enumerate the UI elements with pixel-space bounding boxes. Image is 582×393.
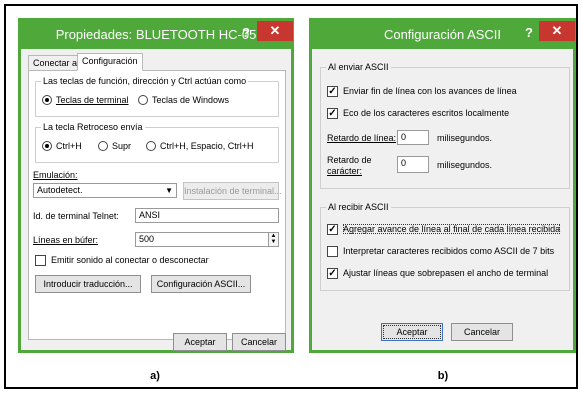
- close-button[interactable]: ✕: [257, 21, 293, 41]
- receiving-group: Al recibir ASCII ✓ Agregar avance de lín…: [320, 201, 570, 291]
- windows-keys-label[interactable]: Teclas de Windows: [152, 94, 229, 106]
- input-translation-button[interactable]: Introducir traducción...: [35, 275, 141, 293]
- tab-connect-to[interactable]: Conectar a: [28, 55, 83, 71]
- send-line-ends-checkbox[interactable]: ✓: [327, 86, 338, 97]
- buffer-lines-label: Líneas en búfer:: [33, 235, 99, 245]
- terminal-keys-radio[interactable]: [42, 95, 52, 105]
- function-keys-group-label: Las teclas de función, dirección y Ctrl …: [41, 75, 249, 87]
- echo-label[interactable]: Eco de los caracteres escritos localment…: [343, 107, 509, 119]
- ctrl-h-space-radio[interactable]: [146, 141, 156, 151]
- close-button[interactable]: ✕: [539, 21, 575, 41]
- cancel-button[interactable]: Cancelar: [451, 323, 513, 341]
- ascii-title-bar: Configuración ASCII: [312, 21, 573, 49]
- chevron-down-icon: ▼: [165, 186, 173, 195]
- sound-checkbox-label[interactable]: Emitir sonido al conectar o desconectar: [51, 254, 209, 266]
- ascii-title: Configuración ASCII: [383, 27, 502, 42]
- sending-group: Al enviar ASCII ✓ Enviar fin de línea co…: [320, 61, 570, 189]
- backspace-group: La tecla Retroceso envía Ctrl+H Supr Ctr…: [35, 121, 279, 163]
- ctrl-h-radio[interactable]: [42, 141, 52, 151]
- buffer-lines-value: 500: [139, 234, 155, 244]
- echo-checkbox[interactable]: ✓: [327, 108, 338, 119]
- wrap-lines-label[interactable]: Ajustar líneas que sobrepasen el ancho d…: [343, 267, 548, 279]
- terminal-id-input[interactable]: ANSI: [135, 208, 279, 223]
- receiving-group-label: Al recibir ASCII: [326, 201, 391, 213]
- spinner-icon[interactable]: ▲ ▼: [268, 233, 278, 246]
- caption-a: a): [150, 370, 160, 382]
- terminal-setup-button[interactable]: Instalación de terminal...: [183, 182, 282, 200]
- append-lf-checkbox[interactable]: ✓: [327, 224, 338, 235]
- function-keys-group: Las teclas de función, dirección y Ctrl …: [35, 75, 279, 117]
- tab-settings[interactable]: Configuración: [77, 53, 143, 71]
- emulation-value: Autodetect.: [37, 185, 83, 195]
- help-icon[interactable]: ?: [525, 21, 533, 45]
- append-lf-label[interactable]: Agregar avance de línea al final de cada…: [341, 222, 562, 236]
- ctrl-h-space-label[interactable]: Ctrl+H, Espacio, Ctrl+H: [160, 140, 254, 152]
- char-delay-input[interactable]: 0: [397, 156, 429, 173]
- supr-label[interactable]: Supr: [112, 140, 131, 152]
- windows-keys-radio[interactable]: [138, 95, 148, 105]
- sound-checkbox[interactable]: [35, 255, 46, 266]
- caption-b: b): [437, 370, 449, 382]
- sending-group-label: Al enviar ASCII: [326, 61, 391, 73]
- backspace-group-label: La tecla Retroceso envía: [41, 121, 145, 133]
- ok-button[interactable]: Aceptar: [381, 323, 443, 341]
- send-line-ends-label[interactable]: Enviar fin de línea con los avances de l…: [343, 85, 517, 97]
- char-delay-label-2: carácter:: [327, 166, 363, 176]
- close-icon: ✕: [269, 23, 281, 38]
- properties-title: Propiedades: BLUETOOTH HC-05: [55, 27, 257, 42]
- help-icon[interactable]: ?: [242, 21, 250, 45]
- emulation-label: Emulación:: [33, 170, 78, 180]
- settings-panel: Las teclas de función, dirección y Ctrl …: [28, 70, 286, 340]
- properties-title-bar: Propiedades: BLUETOOTH HC-05: [21, 21, 291, 49]
- terminal-keys-label[interactable]: Teclas de terminal: [56, 94, 129, 106]
- line-delay-input[interactable]: 0: [397, 130, 429, 145]
- buffer-lines-input[interactable]: 500 ▲ ▼: [135, 232, 279, 247]
- ctrl-h-label[interactable]: Ctrl+H: [56, 140, 82, 152]
- char-delay-units: milisegundos.: [437, 160, 493, 170]
- line-delay-units: milisegundos.: [437, 133, 493, 143]
- properties-dialog: Propiedades: BLUETOOTH HC-05 ? ✕ Conecta…: [18, 18, 294, 353]
- ascii-setup-button[interactable]: Configuración ASCII...: [151, 275, 251, 293]
- force-7bit-checkbox[interactable]: [327, 246, 338, 257]
- wrap-lines-checkbox[interactable]: ✓: [327, 268, 338, 279]
- terminal-id-label: Id. de terminal Telnet:: [33, 211, 119, 221]
- close-icon: ✕: [551, 23, 563, 38]
- supr-radio[interactable]: [98, 141, 108, 151]
- cancel-button[interactable]: Cancelar: [232, 333, 286, 351]
- line-delay-label: Retardo de línea:: [327, 133, 397, 143]
- ascii-setup-dialog: Configuración ASCII ? ✕ Al enviar ASCII …: [309, 18, 576, 353]
- force-7bit-label[interactable]: Interpretar caracteres recibidos como AS…: [343, 245, 554, 257]
- emulation-select[interactable]: Autodetect. ▼: [33, 183, 177, 198]
- ok-button[interactable]: Aceptar: [173, 333, 227, 351]
